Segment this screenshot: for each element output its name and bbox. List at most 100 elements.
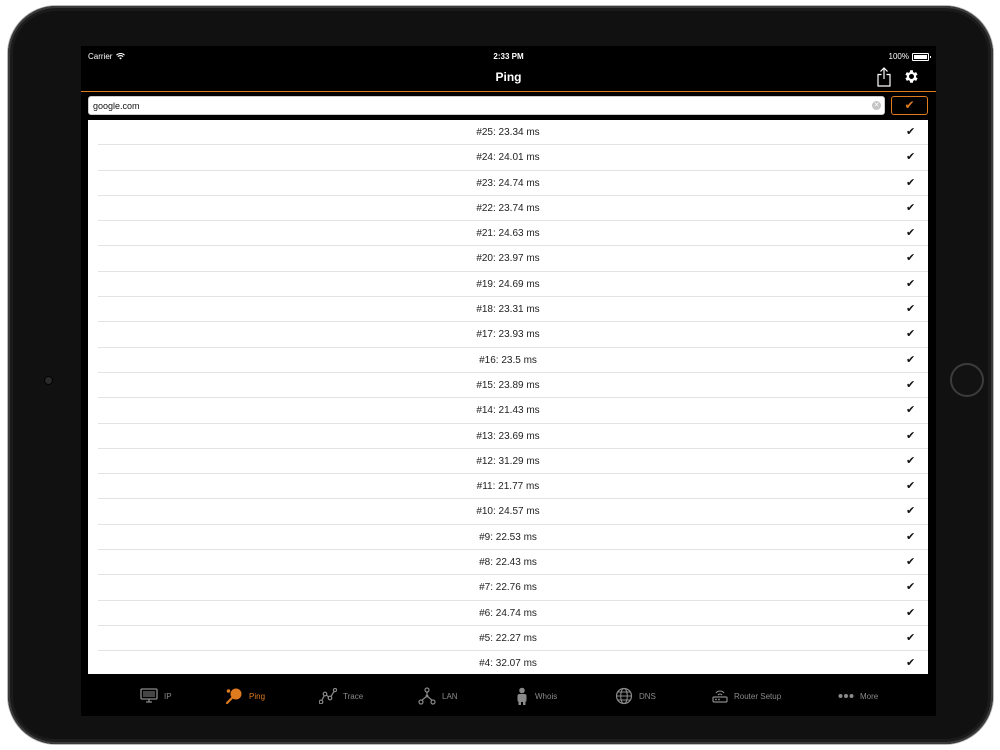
ping-result-label: #20: 23.97 ms (476, 253, 540, 265)
whois-person-icon (517, 687, 527, 705)
ping-result-label: #6: 24.74 ms (479, 607, 537, 619)
tab-router-setup[interactable]: Router Setup (712, 686, 781, 706)
ping-pong-icon (225, 688, 242, 705)
ping-result-label: #4: 32.07 ms (479, 658, 537, 670)
ping-result-label: #16: 23.5 ms (479, 354, 537, 366)
checkmark-icon: ✔ (906, 530, 916, 543)
list-item[interactable]: #22: 23.74 ms ✔ (88, 196, 928, 222)
home-button[interactable] (950, 363, 984, 397)
ping-result-label: #8: 22.43 ms (479, 557, 537, 569)
ping-result-label: #7: 22.76 ms (479, 582, 537, 594)
ping-result-label: #24: 24.01 ms (476, 152, 540, 164)
checkmark-icon: ✔ (906, 277, 916, 290)
list-item[interactable]: #21: 24.63 ms ✔ (88, 221, 928, 247)
tab-ip[interactable]: IP (140, 686, 172, 706)
checkmark-icon: ✔ (906, 353, 916, 366)
list-item[interactable]: #5: 22.27 ms ✔ (88, 626, 928, 652)
checkmark-icon: ✔ (906, 454, 916, 467)
checkmark-icon: ✔ (906, 378, 916, 391)
checkmark-icon: ✔ (906, 303, 916, 316)
clear-input-icon[interactable]: ✕ (872, 101, 881, 110)
tab-lan[interactable]: LAN (418, 686, 458, 706)
list-item[interactable]: #24: 24.01 ms ✔ (88, 145, 928, 171)
tab-dns[interactable]: DNS (615, 686, 656, 706)
list-item[interactable]: #14: 21.43 ms ✔ (88, 398, 928, 424)
ping-result-label: #14: 21.43 ms (476, 405, 540, 417)
gear-icon[interactable] (903, 68, 920, 85)
checkmark-icon: ✔ (906, 328, 916, 341)
tab-label: Trace (343, 691, 364, 701)
navigation-bar: Ping (81, 66, 936, 92)
ping-result-label: #5: 22.27 ms (479, 632, 537, 644)
status-bar: Carrier 2:33 PM 100% (81, 46, 936, 66)
host-input-row: ✕ ✔ (88, 96, 929, 116)
ping-result-label: #17: 23.93 ms (476, 329, 540, 341)
checkmark-icon: ✔ (906, 581, 916, 594)
checkmark-icon: ✔ (906, 227, 916, 240)
tab-whois[interactable]: Whois (515, 686, 557, 706)
status-right: 100% (888, 52, 931, 61)
ping-result-label: #19: 24.69 ms (476, 278, 540, 290)
tab-trace[interactable]: Trace (319, 686, 363, 706)
trace-route-icon (319, 688, 337, 704)
ping-result-label: #25: 23.34 ms (476, 127, 540, 138)
list-item[interactable]: #17: 23.93 ms ✔ (88, 322, 928, 348)
tab-bar: IP Ping Trace LAN Whois DNS Router Setup… (81, 674, 936, 716)
ping-result-label: #13: 23.69 ms (476, 430, 540, 442)
checkmark-icon: ✔ (906, 404, 916, 417)
ipad-frame: Carrier 2:33 PM 100% Ping google.com ✕ ✔… (8, 6, 993, 744)
list-item[interactable]: #15: 23.89 ms ✔ (88, 373, 928, 399)
ping-result-label: #9: 22.53 ms (479, 531, 537, 543)
start-ping-button[interactable]: ✔ (891, 96, 928, 115)
ping-result-label: #23: 24.74 ms (476, 177, 540, 189)
checkmark-icon: ✔ (906, 480, 916, 493)
checkmark-icon: ✔ (906, 151, 916, 164)
list-item[interactable]: #7: 22.76 ms ✔ (88, 575, 928, 601)
ping-results-list[interactable]: #25: 23.34 ms ✔ #24: 24.01 ms ✔ #23: 24.74 m… (88, 120, 928, 674)
checkmark-icon: ✔ (906, 505, 916, 518)
list-item[interactable]: #11: 21.77 ms ✔ (88, 474, 928, 500)
page-title: Ping (495, 70, 522, 84)
checkmark-icon: ✔ (906, 429, 916, 442)
tab-label: DNS (639, 691, 656, 701)
list-item[interactable]: #20: 23.97 ms ✔ (88, 246, 928, 273)
ping-result-label: #11: 21.77 ms (476, 481, 540, 493)
host-input[interactable] (88, 96, 885, 115)
tab-label: More (860, 691, 879, 701)
battery-percent: 100% (888, 52, 909, 61)
checkmark-icon: ✔ (906, 176, 916, 189)
list-item[interactable]: #19: 24.69 ms ✔ (88, 272, 928, 298)
ping-result-label: #21: 24.63 ms (476, 228, 540, 240)
tab-label: Router Setup (734, 691, 782, 701)
ping-result-label: #10: 24.57 ms (476, 506, 540, 518)
tab-more[interactable]: More (838, 686, 878, 706)
checkmark-icon: ✔ (906, 252, 916, 265)
tab-label: IP (164, 691, 172, 701)
checkmark-icon: ✔ (906, 201, 916, 214)
list-item[interactable]: #9: 22.53 ms ✔ (88, 525, 928, 551)
list-item[interactable]: #12: 31.29 ms ✔ (88, 449, 928, 475)
checkmark-icon: ✔ (906, 606, 916, 619)
list-item[interactable]: #4: 32.07 ms ✔ (88, 651, 928, 674)
tab-ping[interactable]: Ping (225, 686, 265, 706)
list-item[interactable]: #8: 22.43 ms ✔ (88, 550, 928, 576)
list-item[interactable]: #10: 24.57 ms ✔ (88, 499, 928, 526)
tab-label: LAN (442, 691, 458, 701)
tab-label: Whois (535, 691, 558, 701)
battery-icon (912, 52, 931, 61)
ping-result-label: #22: 23.74 ms (476, 202, 540, 214)
app-screen: Carrier 2:33 PM 100% Ping google.com ✕ ✔… (81, 46, 936, 716)
list-item[interactable]: #16: 23.5 ms ✔ (88, 348, 928, 374)
ping-result-label: #12: 31.29 ms (476, 455, 540, 467)
checkmark-icon: ✔ (906, 657, 916, 670)
more-dots-icon (838, 694, 854, 698)
checkmark-icon: ✔ (906, 631, 916, 644)
share-icon[interactable] (876, 67, 892, 87)
list-item[interactable]: #13: 23.69 ms ✔ (88, 424, 928, 450)
list-item[interactable]: #23: 24.74 ms ✔ (88, 171, 928, 197)
list-item[interactable]: #25: 23.34 ms ✔ (88, 120, 928, 146)
status-time: 2:33 PM (493, 52, 524, 61)
list-item[interactable]: #18: 23.31 ms ✔ (88, 297, 928, 323)
lan-network-icon (418, 687, 436, 705)
list-item[interactable]: #6: 24.74 ms ✔ (88, 601, 928, 627)
